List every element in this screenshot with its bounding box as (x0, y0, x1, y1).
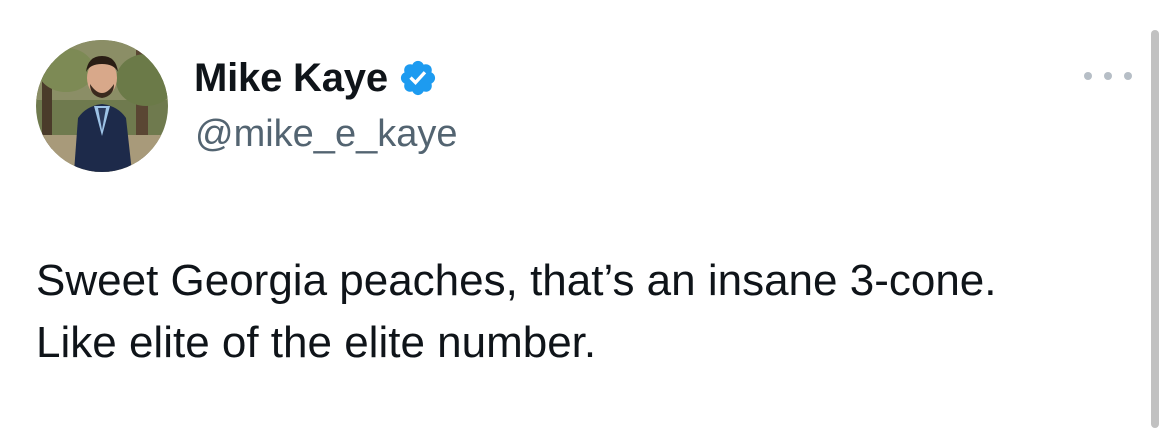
more-dot (1124, 72, 1132, 80)
avatar-photo (36, 40, 168, 172)
author-handle[interactable]: @mike_e_kaye (195, 111, 457, 157)
avatar[interactable] (36, 40, 168, 172)
more-options-icon[interactable] (1084, 64, 1132, 88)
author-display-name[interactable]: Mike Kaye (194, 54, 388, 102)
author-name-row[interactable]: Mike Kaye (194, 54, 438, 102)
more-dot (1104, 72, 1112, 80)
tweet-text: Sweet Georgia peaches, that’s an insane … (36, 256, 997, 367)
verified-badge-icon (398, 58, 438, 98)
more-dot (1084, 72, 1092, 80)
scrollbar[interactable] (1151, 30, 1159, 428)
